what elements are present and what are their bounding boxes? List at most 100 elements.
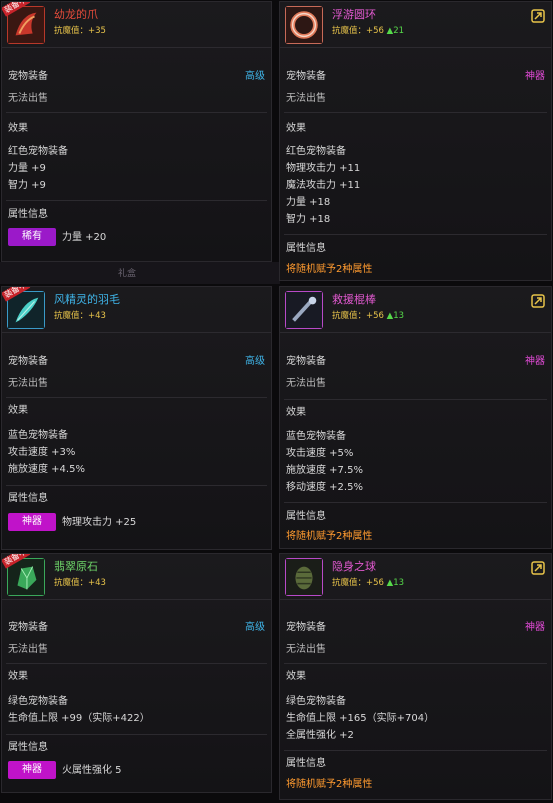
sell-status: 无法出售 — [8, 93, 48, 104]
item-tooltip-dragon-claw: 装备中 幼龙的爪 抗魔值：+35 宠物装备 高级 无法出售 效果 红色宠物装备 … — [1, 1, 272, 262]
resist-value: 抗魔值：+35 — [54, 26, 106, 37]
effect-line: 施放速度 +4.5% — [8, 464, 85, 475]
item-name: 翡翠原石 — [54, 560, 98, 573]
tooltip-header: 救援棍棒 抗魔值：+56 ▲13 — [280, 287, 551, 333]
tooltip-header: 装备中 幼龙的爪 抗魔值：+35 — [2, 2, 271, 48]
compare-icon[interactable] — [531, 8, 545, 23]
effect-title: 效果 — [286, 407, 306, 418]
compare-icon[interactable] — [531, 293, 545, 308]
effect-line: 红色宠物装备 — [286, 146, 346, 157]
divider — [284, 750, 547, 751]
item-name: 救援棍棒 — [332, 293, 376, 306]
item-name: 幼龙的爪 — [54, 8, 98, 21]
resist-label: 抗魔值：+56 — [332, 578, 384, 588]
resist-increase: ▲13 — [386, 311, 405, 321]
resist-value: 抗魔值：+56 ▲21 — [332, 26, 404, 37]
item-tooltip-wind-feather: 装备中 风精灵的羽毛 抗魔值：+43 宠物装备 高级 无法出售 效果 蓝色宠物装… — [1, 286, 272, 550]
effect-line: 魔法攻击力 +11 — [286, 180, 361, 191]
divider — [284, 112, 547, 113]
effect-line: 施放速度 +7.5% — [286, 465, 363, 476]
effect-line: 智力 +9 — [8, 180, 46, 191]
attr-title: 属性信息 — [8, 209, 48, 220]
resist-increase: ▲13 — [386, 578, 405, 588]
category-label: 宠物装备 — [8, 622, 48, 633]
item-name: 隐身之球 — [332, 560, 376, 573]
item-tooltip-rescue-club: 救援棍棒 抗魔值：+56 ▲13 宠物装备 神器 无法出售 效果 蓝色宠物装备 … — [279, 286, 552, 549]
category-label: 宠物装备 — [286, 622, 326, 633]
effect-line: 移动速度 +2.5% — [286, 482, 363, 493]
tooltip-header: 隐身之球 抗魔值：+56 ▲13 — [280, 554, 551, 600]
effect-line: 绿色宠物装备 — [286, 696, 346, 707]
grade-label: 神器 — [525, 356, 545, 367]
divider — [6, 200, 267, 201]
background-label: 礼盒 — [118, 269, 137, 279]
random-attr-text: 将随机赋予2种属性 — [286, 264, 373, 275]
rescue-club-icon — [285, 291, 323, 329]
sell-status: 无法出售 — [8, 378, 48, 389]
effect-line: 生命值上限 +165（实际+704） — [286, 713, 435, 724]
divider — [6, 734, 267, 735]
effect-line: 智力 +18 — [286, 214, 331, 225]
stealth-orb-icon — [285, 558, 323, 596]
effect-line: 攻击速度 +3% — [8, 447, 76, 458]
tooltip-header: 浮游圆环 抗魔值：+56 ▲21 — [280, 2, 551, 48]
sell-status: 无法出售 — [8, 644, 48, 655]
effect-line: 红色宠物装备 — [8, 146, 68, 157]
category-label: 宠物装备 — [8, 356, 48, 367]
sell-status: 无法出售 — [286, 378, 326, 389]
resist-increase: ▲21 — [386, 26, 405, 36]
effect-title: 效果 — [8, 671, 28, 682]
divider — [284, 399, 547, 400]
divider — [6, 397, 267, 398]
compare-icon[interactable] — [531, 560, 545, 575]
effect-title: 效果 — [8, 405, 28, 416]
item-name: 风精灵的羽毛 — [54, 293, 120, 306]
effect-line: 力量 +18 — [286, 197, 331, 208]
tooltip-header: 装备中 翡翠原石 抗魔值：+43 — [2, 554, 271, 600]
sell-status: 无法出售 — [286, 644, 326, 655]
attr-title: 属性信息 — [286, 243, 326, 254]
effect-line: 全属性强化 +2 — [286, 730, 354, 741]
item-tooltip-emerald-ore: 装备中 翡翠原石 抗魔值：+43 宠物装备 高级 无法出售 效果 绿色宠物装备 … — [1, 553, 272, 793]
resist-value: 抗魔值：+43 — [54, 311, 106, 322]
effect-title: 效果 — [286, 671, 306, 682]
effect-line: 生命值上限 +99（实际+422） — [8, 713, 150, 724]
resist-label: 抗魔值：+43 — [54, 311, 106, 321]
divider — [6, 112, 267, 113]
tooltip-header: 装备中 风精灵的羽毛 抗魔值：+43 — [2, 287, 271, 333]
grade-label: 神器 — [525, 622, 545, 633]
attr-title: 属性信息 — [286, 511, 326, 522]
rarity-badge: 稀有 — [8, 228, 56, 246]
category-label: 宠物装备 — [286, 356, 326, 367]
random-attr-text: 将随机赋予2种属性 — [286, 531, 373, 542]
item-tooltip-floating-ring: 浮游圆环 抗魔值：+56 ▲21 宠物装备 神器 无法出售 效果 红色宠物装备 … — [279, 1, 552, 281]
effect-title: 效果 — [8, 123, 28, 134]
resist-value: 抗魔值：+56 ▲13 — [332, 578, 404, 589]
random-attr-text: 将随机赋予2种属性 — [286, 779, 373, 790]
rarity-badge: 神器 — [8, 513, 56, 531]
effect-line: 攻击速度 +5% — [286, 448, 354, 459]
grade-label: 神器 — [525, 71, 545, 82]
effect-line: 蓝色宠物装备 — [8, 430, 68, 441]
category-label: 宠物装备 — [286, 71, 326, 82]
divider — [6, 663, 267, 664]
effect-line: 蓝色宠物装备 — [286, 431, 346, 442]
category-label: 宠物装备 — [8, 71, 48, 82]
resist-label: 抗魔值：+56 — [332, 311, 384, 321]
divider — [284, 502, 547, 503]
item-name: 浮游圆环 — [332, 8, 376, 21]
effect-line: 力量 +9 — [8, 163, 46, 174]
effect-line: 物理攻击力 +11 — [286, 163, 361, 174]
divider — [284, 663, 547, 664]
attr-title: 属性信息 — [286, 758, 326, 769]
resist-label: 抗魔值：+43 — [54, 578, 106, 588]
attr-title: 属性信息 — [8, 742, 48, 753]
attr-value: 火属性强化 5 — [62, 765, 122, 776]
divider — [284, 234, 547, 235]
divider — [6, 485, 267, 486]
resist-label: 抗魔值：+35 — [54, 26, 106, 36]
rarity-badge: 神器 — [8, 761, 56, 779]
resist-value: 抗魔值：+56 ▲13 — [332, 311, 404, 322]
grade-label: 高级 — [245, 622, 265, 633]
effect-title: 效果 — [286, 123, 306, 134]
